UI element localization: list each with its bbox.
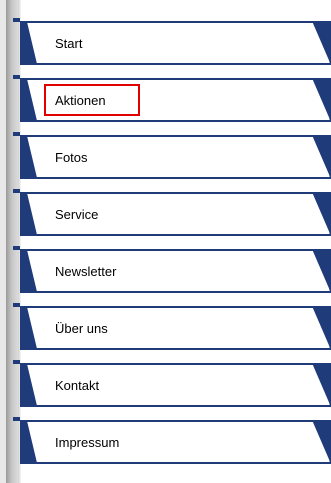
- nav-tick: [13, 132, 20, 136]
- nav-item-label: Aktionen: [55, 93, 106, 108]
- nav-tick: [13, 303, 20, 307]
- nav-item-service[interactable]: Service: [13, 189, 331, 236]
- nav-item-newsletter[interactable]: Newsletter: [13, 246, 331, 293]
- nav-item-label: Newsletter: [55, 264, 117, 279]
- nav-item-ueber-uns[interactable]: Über uns: [13, 303, 331, 350]
- nav-tick: [13, 189, 20, 193]
- nav-item-label: Kontakt: [55, 378, 100, 393]
- nav-item-label: Über uns: [55, 321, 108, 336]
- nav-item-label: Impressum: [55, 435, 120, 450]
- nav-item-label: Fotos: [55, 150, 88, 165]
- nav-tick: [13, 417, 20, 421]
- nav-tick: [13, 18, 20, 22]
- nav-item-label: Service: [55, 207, 99, 222]
- nav-item-aktionen[interactable]: Aktionen: [13, 75, 331, 122]
- nav-item-kontakt[interactable]: Kontakt: [13, 360, 331, 407]
- nav-item-label: Start: [55, 36, 83, 51]
- nav-tick: [13, 75, 20, 79]
- nav-item-start[interactable]: Start: [13, 18, 331, 65]
- nav-tick: [13, 246, 20, 250]
- nav-item-impressum[interactable]: Impressum: [13, 417, 331, 464]
- side-navigation: Start Aktionen Fotos Service Newsletter …: [0, 0, 331, 483]
- nav-item-fotos[interactable]: Fotos: [13, 132, 331, 179]
- nav-tick: [13, 360, 20, 364]
